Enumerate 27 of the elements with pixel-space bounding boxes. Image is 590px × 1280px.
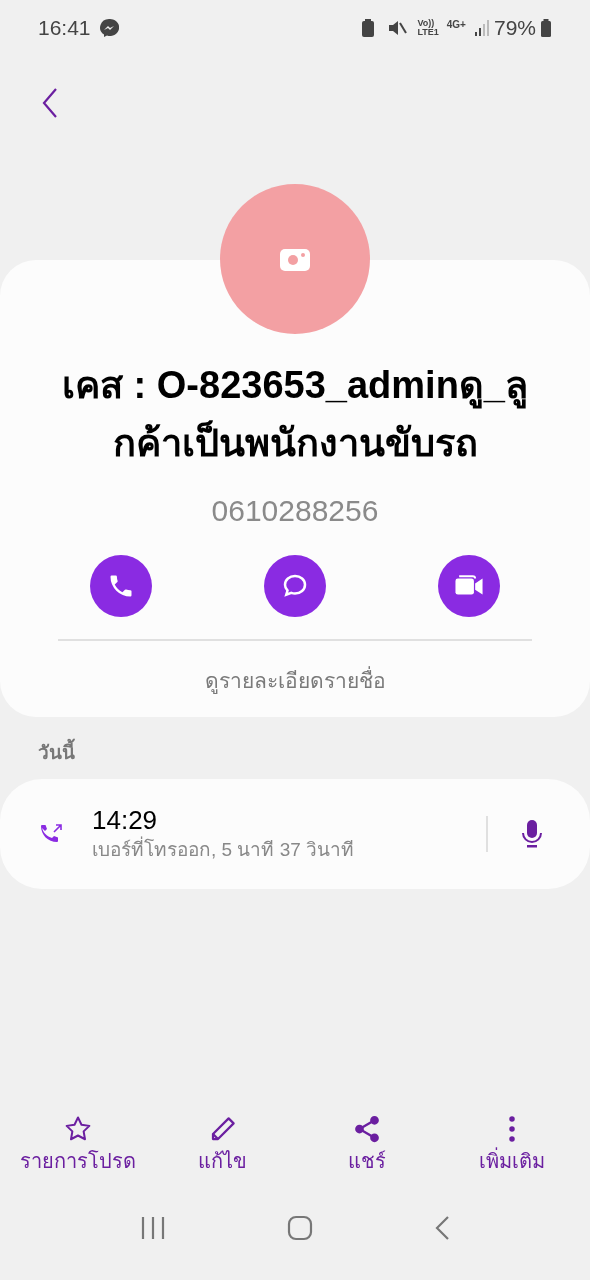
- more-icon: [506, 1114, 517, 1144]
- microphone-icon: [520, 819, 544, 849]
- favorite-button[interactable]: รายการโปรด: [8, 1114, 149, 1176]
- home-icon[interactable]: [287, 1215, 313, 1241]
- battery-icon: [540, 18, 552, 38]
- status-time: 16:41: [38, 15, 91, 42]
- edit-button[interactable]: แก้ไข: [152, 1114, 293, 1176]
- more-button[interactable]: เพิ่มเติม: [441, 1114, 582, 1176]
- section-header: วันนี้: [38, 738, 590, 767]
- view-details-link[interactable]: ดูรายละเอียดรายชื่อ: [204, 665, 386, 697]
- share-button[interactable]: แชร์: [297, 1114, 438, 1176]
- lte-label: LTE1: [417, 28, 439, 37]
- camera-icon: [279, 246, 311, 272]
- messenger-icon: [98, 18, 119, 38]
- contact-name: เคส : O-823653_adminดู_ลูกค้าเป็นพนักงานขับรถ: [61, 363, 529, 466]
- call-time: 14:29: [92, 804, 159, 836]
- volte-label: Vo)): [417, 19, 435, 28]
- battery-percent: 79%: [493, 15, 536, 42]
- call-log-item[interactable]: 14:29 เบอร์ที่โทรออก, 5 นาที 37 วินาที: [0, 779, 590, 889]
- network-label: 4G+: [446, 18, 466, 32]
- back-icon[interactable]: [433, 1215, 450, 1241]
- phone-number: 0610288256: [211, 493, 379, 529]
- call-detail: เบอร์ที่โทรออก, 5 นาที 37 วินาที: [92, 836, 486, 864]
- mute-icon: [387, 18, 410, 38]
- signal-icon: [473, 19, 490, 37]
- battery-saver-icon: [361, 18, 376, 38]
- recent-apps-icon[interactable]: [140, 1216, 167, 1240]
